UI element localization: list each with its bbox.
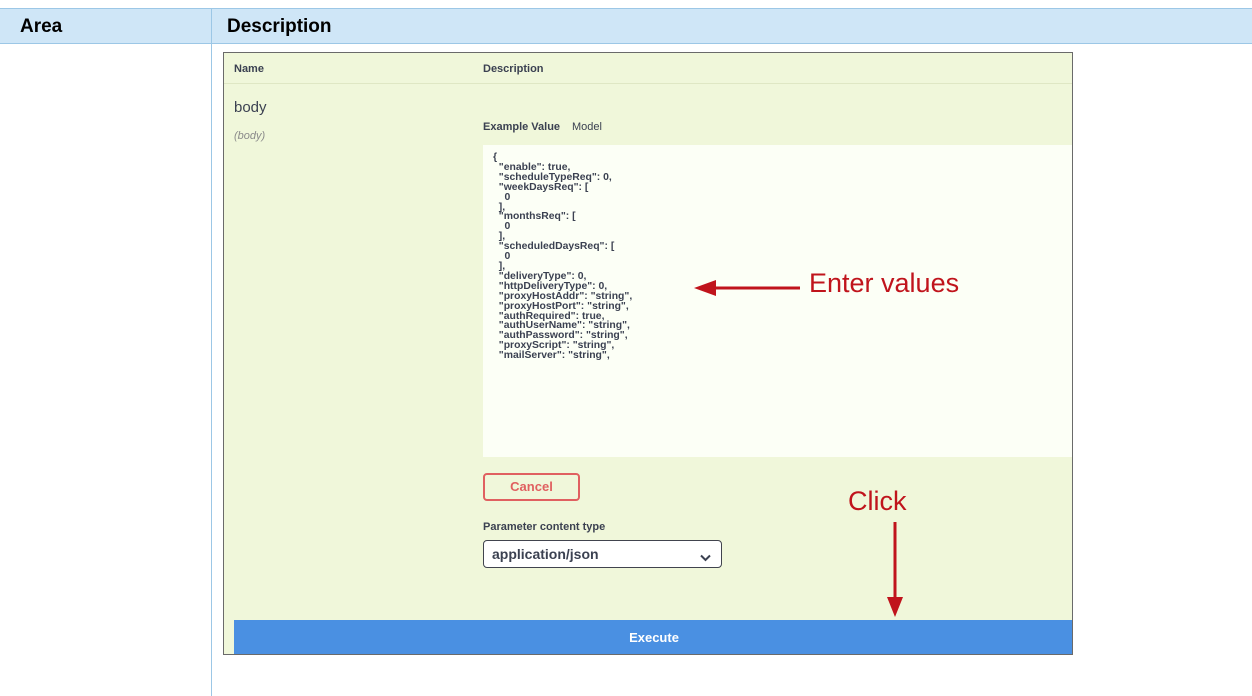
arrow-left-icon: [694, 280, 800, 296]
annotation-arrows: [694, 280, 903, 617]
arrow-down-icon: [887, 522, 903, 617]
click-annotation: Click: [848, 486, 907, 516]
enter-values-annotation: Enter values: [809, 268, 960, 298]
